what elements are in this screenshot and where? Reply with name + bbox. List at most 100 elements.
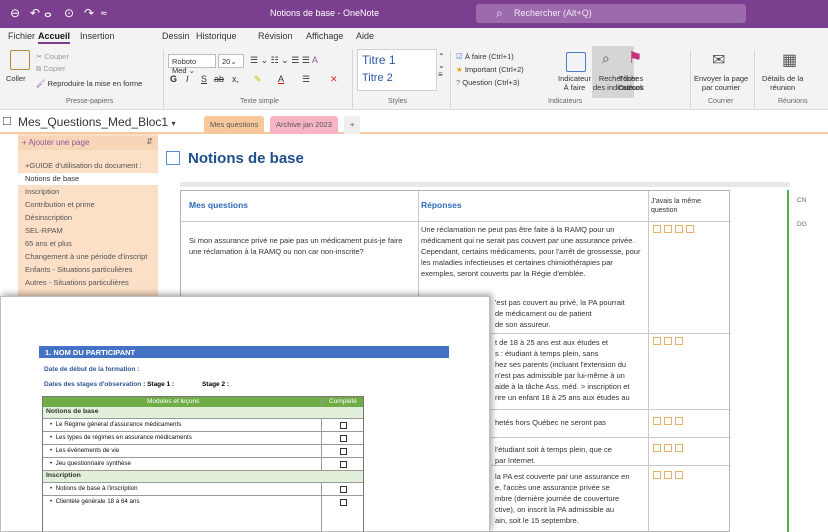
notebook-name[interactable]: Mes_Questions_Med_Bloc1 ▾ [18, 115, 175, 129]
page-item[interactable]: Autres - Situations particulières [18, 277, 158, 289]
same-question-checkbox[interactable] [664, 225, 672, 233]
module-checkbox[interactable] [340, 448, 347, 455]
same-question-checkbox[interactable] [686, 225, 694, 233]
redo-icon[interactable]: ↷ [84, 6, 94, 20]
module-checkbox[interactable] [340, 486, 347, 493]
onenote-icon[interactable]: ⊖ [10, 6, 20, 20]
same-question-checkbox[interactable] [653, 225, 661, 233]
pen-icon[interactable]: ⴰ [44, 6, 52, 20]
styles-gallery[interactable]: Titre 1 Titre 2 [357, 49, 437, 91]
page-item[interactable]: Contribution et prime [18, 199, 158, 211]
outlook-tasks-button[interactable]: Tâches Outlook [618, 74, 644, 92]
tag-question[interactable]: ? Question (Ctrl+3) [456, 78, 520, 87]
answer-line[interactable]: aide à la tâche Ass. méd. > inscription … [495, 381, 629, 392]
module-checkbox[interactable] [340, 422, 347, 429]
font-size-combo[interactable]: 20⌄ [218, 54, 244, 68]
tab-mes-questions[interactable]: Mes questions [204, 116, 265, 134]
bold-icon[interactable]: G [170, 74, 177, 84]
page-title[interactable]: Notions de base [188, 150, 304, 167]
send-page-button[interactable]: Envoyer la page par courrier [694, 74, 748, 92]
answer-line[interactable]: de médicament ou de patient [495, 308, 592, 319]
same-question-checkbox[interactable] [675, 471, 683, 479]
menu-affichage[interactable]: Affichage [306, 31, 343, 41]
document-overlay[interactable]: 1. NOM DU PARTICIPANT Date de début de l… [0, 296, 490, 532]
todo-indicator-button[interactable]: Indicateur À faire [558, 74, 591, 92]
underline-icon[interactable]: S [201, 74, 207, 84]
envelope-icon[interactable]: ✉ [712, 50, 725, 70]
bullets-icon[interactable]: ☰ ⌄ ☷ ⌄ ☰ ☰ A [250, 55, 318, 66]
font-color-icon[interactable]: A [278, 74, 284, 84]
answer-line[interactable]: mbre (dernière journée de couverture [495, 493, 619, 504]
same-question-checkbox[interactable] [664, 417, 672, 425]
answer-line[interactable]: s : étudiant à temps plein, sans [495, 348, 598, 359]
menu-revision[interactable]: Révision [258, 31, 293, 41]
menu-aide[interactable]: Aide [356, 31, 374, 41]
menu-insertion[interactable]: Insertion [80, 31, 115, 41]
menu-historique[interactable]: Historique [196, 31, 237, 41]
paste-button[interactable]: Coller [6, 74, 26, 83]
same-question-checkbox[interactable] [653, 471, 661, 479]
add-page-button[interactable]: + Ajouter une page ⇵ [18, 136, 158, 150]
answer-line[interactable]: hetés hors Québec ne seront pas [495, 417, 606, 428]
same-question-checkbox[interactable] [675, 444, 683, 452]
page-item[interactable]: Enfants - Situations particulières [18, 264, 158, 276]
page-item[interactable]: SEL-RPAM [18, 225, 158, 237]
same-question-checkbox[interactable] [664, 337, 672, 345]
answer-line[interactable]: t de 18 à 25 ans est aux études et [495, 337, 608, 348]
page-item[interactable]: +GUIDE d'utilisation du document : [18, 160, 158, 172]
italic-icon[interactable]: I [186, 74, 189, 84]
answer-line[interactable]: ctive), on inscrit la PA admissible au [495, 504, 614, 515]
answer-line[interactable]: l'étudiant soit à temps plein, que ce [495, 444, 612, 455]
page-item[interactable]: Inscription [18, 186, 158, 198]
same-question-checkbox[interactable] [675, 225, 683, 233]
cut-button[interactable]: ✂ Couper [36, 52, 69, 61]
same-question-checkbox[interactable] [664, 444, 672, 452]
outlook-flag-icon[interactable]: ⚑ [628, 48, 642, 68]
format-painter-button[interactable]: 🖌 Reproduire la mise en forme [36, 79, 142, 88]
answer-cell[interactable]: Une réclamation ne peut pas être faite à… [421, 224, 645, 279]
page-item[interactable]: Notions de base [18, 173, 158, 185]
subscript-icon[interactable]: x, [232, 74, 239, 84]
same-question-checkbox[interactable] [653, 337, 661, 345]
module-checkbox[interactable] [340, 499, 347, 506]
strikethrough-icon[interactable]: ab [214, 74, 224, 84]
same-question-checkbox[interactable] [675, 337, 683, 345]
container-handle[interactable] [180, 182, 790, 187]
same-question-checkbox[interactable] [653, 417, 661, 425]
customize-quick-access-icon[interactable]: ≂ [100, 8, 108, 19]
same-question-checkbox[interactable] [653, 444, 661, 452]
menu-dessin[interactable]: Dessin [162, 31, 190, 41]
tab-archive[interactable]: Archive jan 2023 [270, 116, 338, 134]
copy-button[interactable]: ⧉ Copier [36, 64, 66, 74]
answer-line[interactable]: hez ses parents (incluant l'extension du [495, 359, 626, 370]
meeting-details-button[interactable]: Détails de la réunion [762, 74, 803, 92]
notebook-icon[interactable]: ☐ [2, 115, 12, 128]
search-box[interactable]: ⌕ Rechercher (Alt+Q) [476, 4, 746, 23]
styles-scroll-icon[interactable]: ⌃ ⌄ ≡ [438, 52, 445, 79]
menu-accueil[interactable]: Accueil [38, 31, 71, 44]
answer-line[interactable]: rire un enfant 18 à 25 ans aux études au [495, 392, 630, 403]
style-title1[interactable]: Titre 1 [362, 53, 396, 67]
answer-line[interactable]: de son assureur. [495, 319, 550, 330]
page-item[interactable]: Changement à une période d'inscript [18, 251, 158, 263]
todo-indicator-icon[interactable] [566, 52, 586, 72]
highlight-icon[interactable]: ✎ [254, 74, 262, 85]
menu-fichier[interactable]: Fichier [8, 31, 35, 41]
answer-line[interactable]: 'est pas couvert au privé, la PA pourrai… [495, 297, 625, 308]
align-icon[interactable]: ☰ [302, 74, 310, 85]
tag-todo[interactable]: ☑ À faire (Ctrl+1) [456, 52, 514, 61]
scrollbar[interactable] [787, 190, 789, 532]
answer-line[interactable]: e, l'accès une assurance privée se [495, 482, 610, 493]
back-icon[interactable]: ⊙ [64, 6, 74, 20]
sort-icon[interactable]: ⇵ [146, 137, 153, 146]
answer-line[interactable]: ain, soit le 15 septembre. [495, 515, 579, 526]
page-item[interactable]: Désinscription [18, 212, 158, 224]
paste-icon[interactable] [10, 50, 30, 70]
clear-format-icon[interactable]: ✕ [330, 74, 338, 85]
question-cell[interactable]: Si mon assurance privé ne paie pas un mé… [189, 235, 415, 257]
module-checkbox[interactable] [340, 461, 347, 468]
module-checkbox[interactable] [340, 435, 347, 442]
calendar-icon[interactable]: ▦ [782, 50, 797, 70]
style-title2[interactable]: Titre 2 [362, 72, 393, 84]
answer-line[interactable]: n'est pas admissible par lui-même à un [495, 370, 625, 381]
